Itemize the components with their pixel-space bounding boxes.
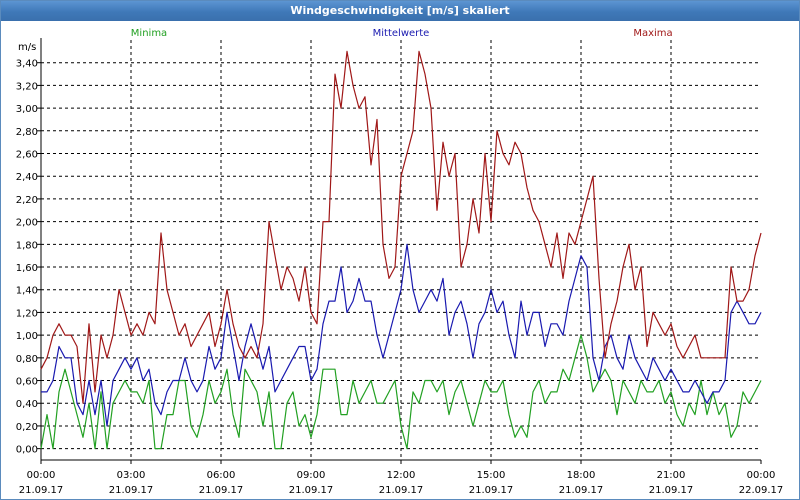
y-tick-label: 2,80: [16, 127, 38, 138]
y-tick-label: 1,80: [16, 240, 38, 251]
y-tick-label: 3,00: [16, 104, 38, 115]
window-title: Windgeschwindigkeit [m/s] skaliert: [1, 1, 799, 21]
y-tick-label: 0,40: [16, 399, 38, 410]
x-tick-date: 21.09.17: [469, 485, 514, 496]
x-tick-time: 12:00: [387, 470, 416, 481]
x-tick-time: 03:00: [117, 470, 146, 481]
y-tick-label: 2,20: [16, 195, 38, 206]
y-tick-label: 3,20: [16, 81, 38, 92]
x-tick-date: 21.09.17: [19, 485, 64, 496]
x-tick-date: 21.09.17: [559, 485, 604, 496]
legend: Minima Mittelwerte Maxima: [131, 28, 673, 39]
x-tick-time: 00:00: [747, 470, 776, 481]
y-tick-label: 2,40: [16, 172, 38, 183]
y-tick-label: 2,60: [16, 150, 38, 161]
legend-maxima: Maxima: [633, 28, 672, 39]
chart-window: Windgeschwindigkeit [m/s] skaliert 0,00 0…: [0, 0, 800, 500]
y-tick-label: 0,60: [16, 377, 38, 388]
axes: [37, 38, 762, 464]
x-tick-time: 18:00: [567, 470, 596, 481]
y-tick-label: 1,00: [16, 331, 38, 342]
x-tick-date: 22.09.17: [739, 485, 784, 496]
x-tick-time: 21:00: [657, 470, 686, 481]
x-tick-labels: 00:00 21.09.17 03:00 21.09.17 06:00 21.09.17 0…: [19, 470, 784, 496]
y-tick-label: 3,40: [16, 59, 38, 70]
y-tick-label: 0,20: [16, 422, 38, 433]
x-tick-date: 21.09.17: [199, 485, 244, 496]
y-tick-label: 0,80: [16, 354, 38, 365]
x-tick-date: 21.09.17: [289, 485, 334, 496]
legend-mittelwerte: Mittelwerte: [373, 28, 430, 39]
y-tick-label: 1,60: [16, 263, 38, 274]
x-tick-time: 00:00: [27, 470, 56, 481]
y-tick-label: 1,20: [16, 308, 38, 319]
x-tick-date: 21.09.17: [379, 485, 424, 496]
x-tick-time: 06:00: [207, 470, 236, 481]
x-tick-date: 21.09.17: [649, 485, 694, 496]
legend-minima: Minima: [131, 28, 167, 39]
y-axis-unit: m/s: [18, 42, 36, 53]
x-tick-date: 21.09.17: [109, 485, 154, 496]
y-tick-label: 0,00: [16, 445, 38, 456]
y-tick-labels: 0,00 0,20 0,40 0,60 0,80 1,00 1,20 1,40 1,60 1,80…: [16, 59, 38, 456]
x-tick-time: 09:00: [297, 470, 326, 481]
grid-lines: [41, 40, 761, 460]
x-tick-time: 15:00: [477, 470, 506, 481]
y-tick-label: 2,00: [16, 218, 38, 229]
y-tick-label: 1,40: [16, 286, 38, 297]
chart-area: 0,00 0,20 0,40 0,60 0,80 1,00 1,20 1,40 1,60 1,80…: [16, 28, 784, 496]
